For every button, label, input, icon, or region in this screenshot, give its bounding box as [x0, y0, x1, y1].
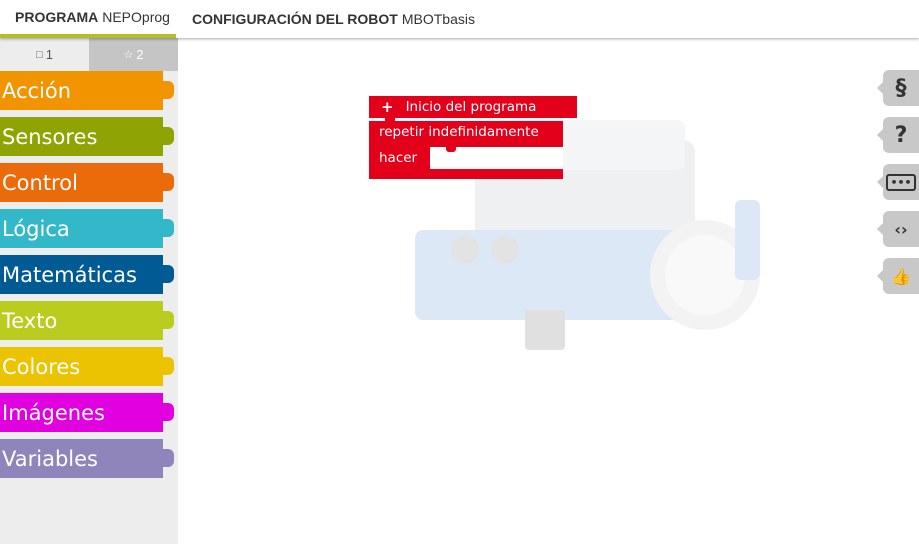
block-loop-do-label: hacer — [379, 150, 418, 166]
category-label: Imágenes — [2, 400, 105, 425]
block-loop-label: repetir indefinidamente — [379, 124, 539, 140]
toolbox: □ 1 ☆ 2 Acción Sensores Control Lógica M… — [0, 38, 178, 544]
category-label: Control — [2, 170, 78, 195]
tab-program[interactable]: PROGRAMA NEPOprog — [0, 0, 176, 38]
tab-program-label: PROGRAMA — [15, 9, 99, 25]
side-btn-glyph: ••• — [886, 173, 916, 191]
side-btn-glyph: ? — [894, 122, 908, 148]
side-btn-glyph: § — [895, 75, 907, 101]
category-label: Sensores — [2, 124, 98, 149]
category-sensores[interactable]: Sensores — [0, 117, 174, 156]
category-imagenes[interactable]: Imágenes — [0, 393, 174, 432]
help-icon[interactable]: ? — [877, 117, 919, 153]
category-colores[interactable]: Colores — [0, 347, 174, 386]
category-label: Colores — [2, 354, 81, 379]
category-matematicas[interactable]: Matemáticas — [0, 255, 174, 294]
category-control[interactable]: Control — [0, 163, 174, 202]
plus-icon[interactable]: + — [381, 98, 394, 116]
category-label: Matemáticas — [2, 262, 137, 287]
tab-robot-config[interactable]: CONFIGURACIÓN DEL ROBOT MBOTbasis — [192, 0, 475, 38]
top-tab-bar: PROGRAMA NEPOprog CONFIGURACIÓN DEL ROBO… — [0, 0, 919, 38]
level-tab-1-label: 1 — [45, 47, 53, 62]
level-tabs: □ 1 ☆ 2 — [0, 38, 178, 71]
code-section-icon[interactable]: § — [877, 70, 919, 106]
square-outline-icon: □ — [36, 48, 43, 61]
tab-config-name: MBOTbasis — [401, 11, 475, 27]
side-btn-glyph: ‹› — [894, 219, 908, 239]
feedback-icon[interactable]: 👍 — [877, 258, 919, 294]
tab-program-name: NEPOprog — [102, 9, 170, 25]
block-repeat-forever[interactable]: repetir indefinidamente hacer — [369, 121, 563, 179]
comment-icon[interactable]: ••• — [877, 164, 919, 200]
category-variables[interactable]: Variables — [0, 439, 174, 478]
star-outline-icon: ☆ — [123, 49, 134, 61]
level-tab-2-label: 2 — [136, 47, 144, 62]
code-view-icon[interactable]: ‹› — [877, 211, 919, 247]
block-start-label: Inicio del programa — [405, 99, 537, 115]
category-logica[interactable]: Lógica — [0, 209, 174, 248]
level-tab-2[interactable]: ☆ 2 — [89, 38, 178, 71]
tab-config-label: CONFIGURACIÓN DEL ROBOT — [192, 11, 398, 27]
category-label: Texto — [2, 308, 58, 333]
category-texto[interactable]: Texto — [0, 301, 174, 340]
category-label: Lógica — [2, 216, 70, 241]
category-label: Acción — [2, 78, 72, 103]
level-tab-1[interactable]: □ 1 — [0, 38, 89, 71]
side-btn-glyph: 👍 — [891, 266, 911, 286]
block-loop-statement-slot[interactable] — [430, 147, 563, 169]
category-label: Variables — [2, 446, 98, 471]
category-accion[interactable]: Acción — [0, 71, 174, 110]
block-program-start[interactable]: + Inicio del programa — [369, 96, 577, 123]
